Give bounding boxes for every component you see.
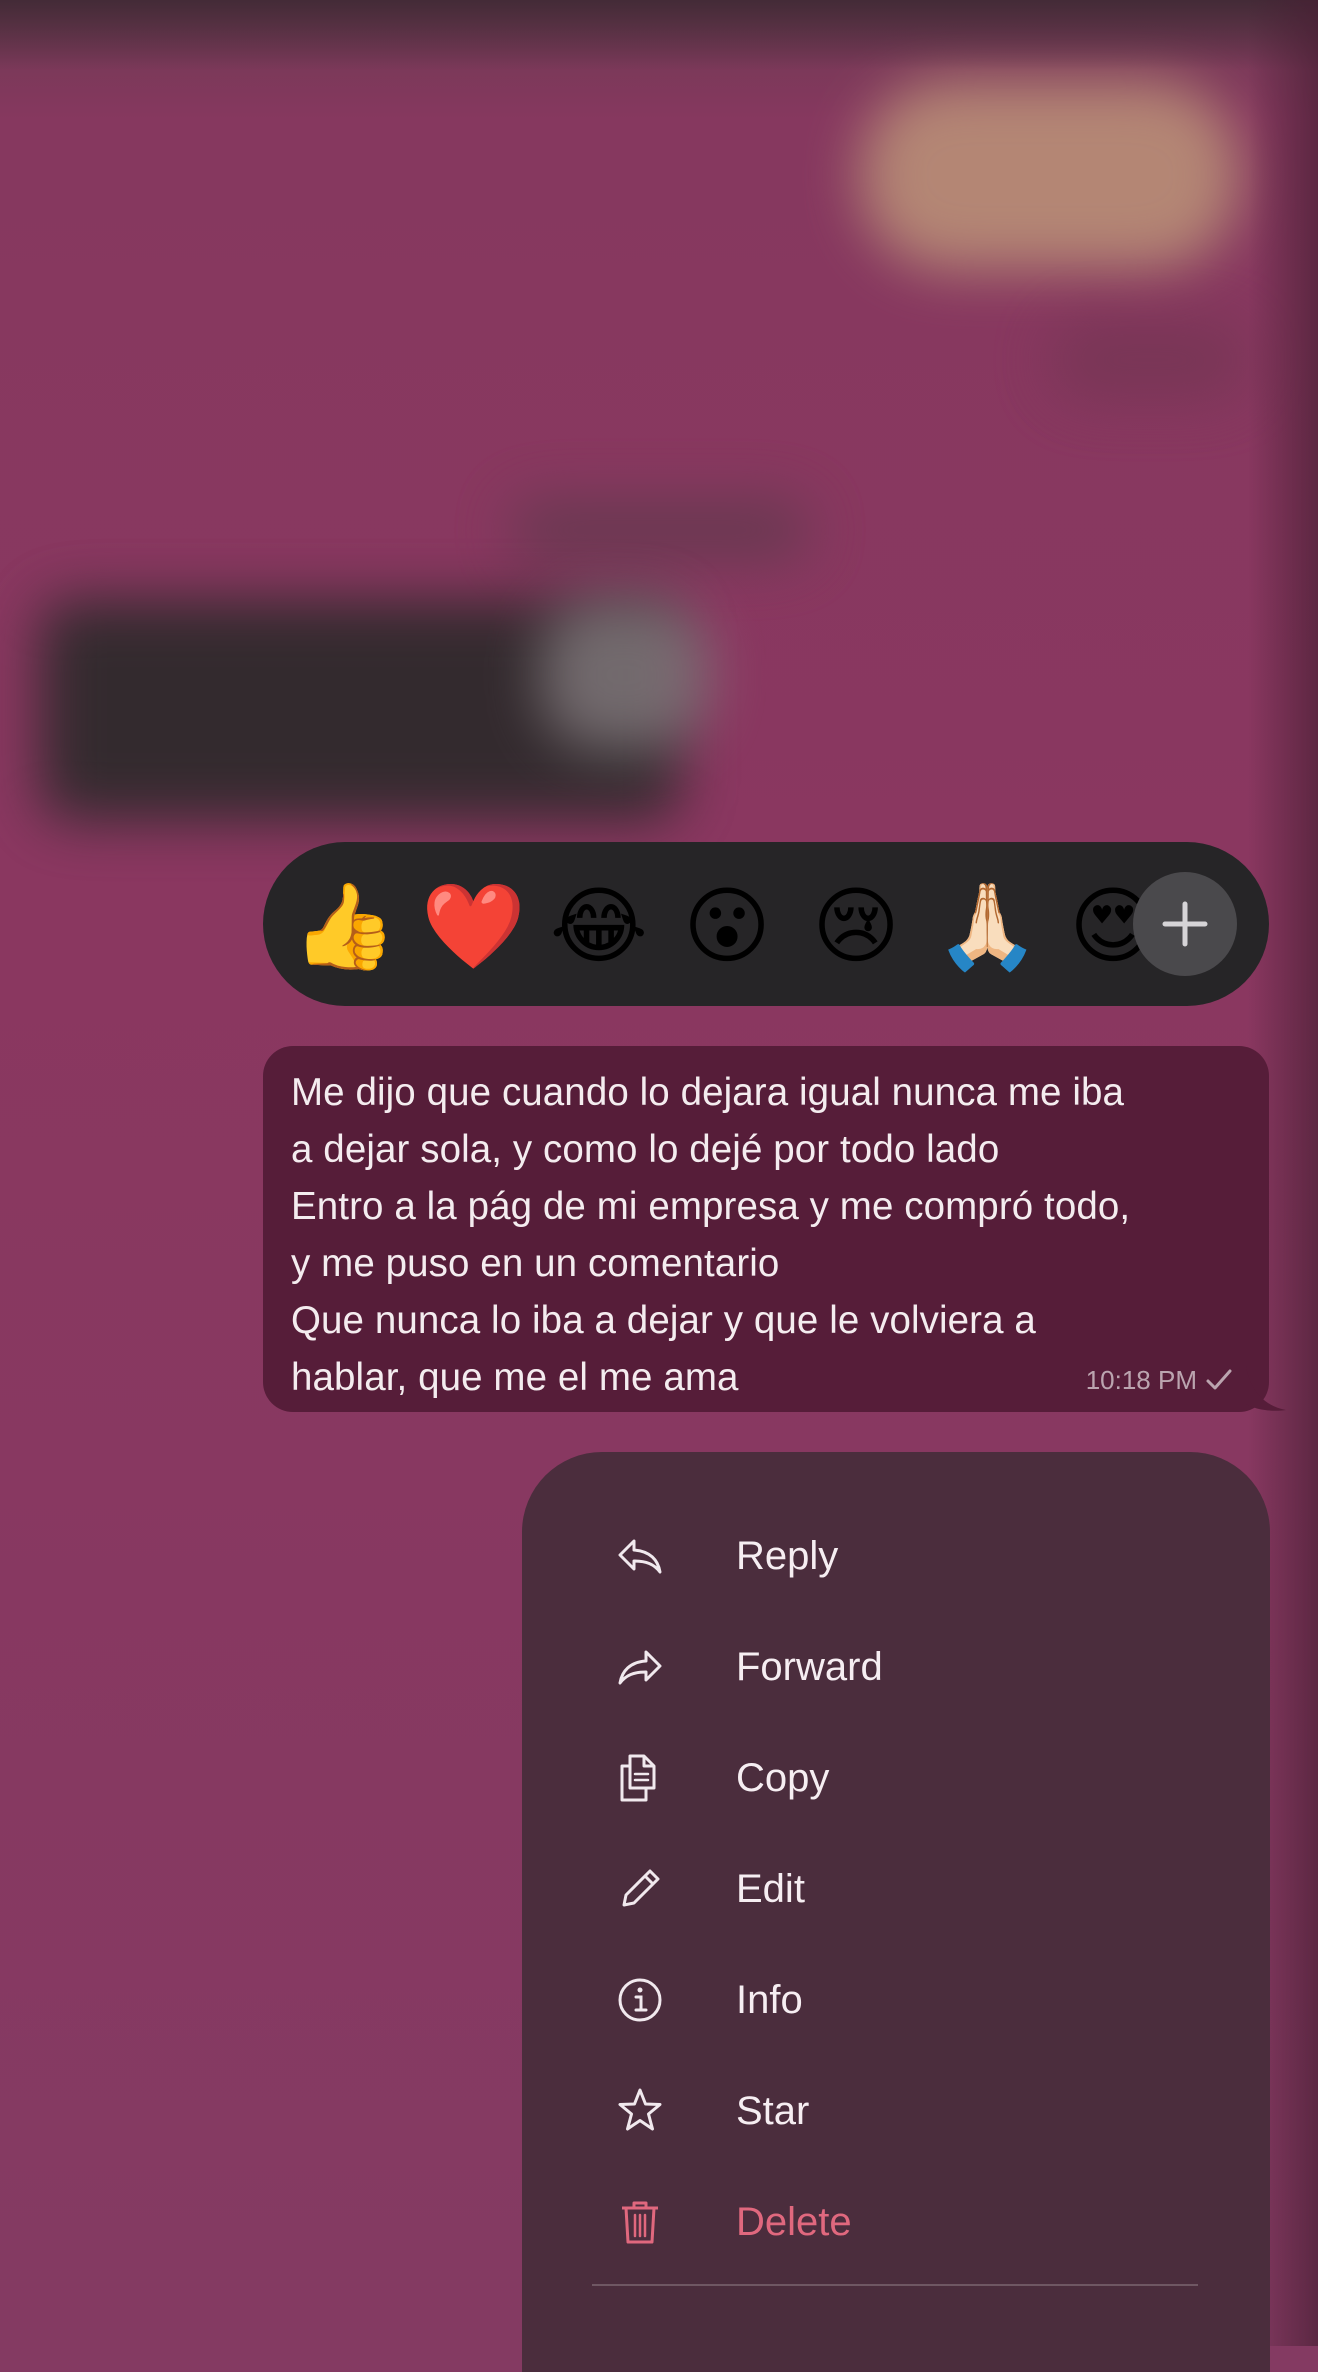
menu-label-copy: Copy	[736, 1755, 830, 1800]
single-check-icon	[1206, 1369, 1232, 1390]
plus-icon	[1162, 901, 1208, 947]
message-timestamp: 10:18 PM	[1085, 1364, 1197, 1395]
reaction-heart[interactable]: ❤️	[421, 876, 526, 976]
reply-icon	[618, 1539, 662, 1574]
menu-label-info: Info	[736, 1977, 803, 2022]
reaction-surprised[interactable]: 😮	[677, 876, 777, 976]
menu-label-edit: Edit	[736, 1866, 805, 1911]
forward-icon	[618, 1650, 662, 1685]
menu-divider	[592, 2284, 1198, 2286]
copy-icon	[620, 1754, 656, 1802]
message-context-menu: Reply Forward Copy Edit Info Star Delete	[522, 1452, 1270, 2372]
star-icon	[618, 2088, 662, 2131]
menu-label-reply: Reply	[736, 1533, 839, 1578]
blurred-media-thumbnail	[540, 600, 710, 750]
more-reactions-button[interactable]	[1133, 872, 1237, 976]
message-line: Que nunca lo iba a dejar y que le volvie…	[291, 1299, 1036, 1342]
message-meta: 10:18 PM	[1086, 1360, 1233, 1400]
menu-item-forward[interactable]: Forward	[570, 1617, 1230, 1717]
trash-icon	[622, 2201, 658, 2244]
menu-item-delete[interactable]: Delete	[570, 2172, 1230, 2272]
reaction-picker: 👍 ❤️ 😂 😮 😢 🙏🏻 😍	[263, 842, 1269, 1006]
menu-label-delete: Delete	[736, 2199, 852, 2244]
blurred-status-bar	[0, 0, 1318, 70]
menu-label-star: Star	[736, 2088, 810, 2133]
message-line: y me puso en un comentario	[291, 1242, 780, 1285]
message-line: Me dijo que cuando lo dejara igual nunca…	[291, 1071, 1125, 1114]
blurred-date-chip	[510, 500, 810, 560]
menu-item-reply[interactable]: Reply	[570, 1506, 1230, 1606]
reaction-thumbs-up[interactable]: 👍	[292, 876, 397, 976]
info-icon	[618, 1978, 662, 2022]
message-line: hablar, que me el me ama	[291, 1356, 739, 1399]
selected-message-bubble[interactable]: Me dijo que cuando lo dejara igual nunca…	[263, 1046, 1269, 1412]
reaction-laughing[interactable]: 😂	[549, 876, 649, 976]
menu-label-forward: Forward	[736, 1644, 883, 1689]
blurred-avatar	[860, 80, 1240, 270]
reaction-praying[interactable]: 🙏🏻	[935, 876, 1040, 976]
menu-item-copy[interactable]: Copy	[570, 1728, 1230, 1828]
message-line: a dejar sola, y como lo dejé por todo la…	[291, 1128, 1000, 1171]
message-line: Entro a la pág de mi empresa y me compró…	[291, 1185, 1131, 1228]
pencil-icon	[622, 1869, 660, 1907]
menu-item-edit[interactable]: Edit	[570, 1839, 1230, 1939]
message-text: Me dijo que cuando lo dejara igual nunca…	[291, 1064, 1239, 1406]
menu-item-star[interactable]: Star	[570, 2061, 1230, 2161]
blurred-header-shade	[1050, 320, 1250, 400]
reaction-crying[interactable]: 😢	[806, 876, 906, 976]
bubble-tail	[1246, 1366, 1286, 1411]
menu-item-info[interactable]: Info	[570, 1950, 1230, 2050]
